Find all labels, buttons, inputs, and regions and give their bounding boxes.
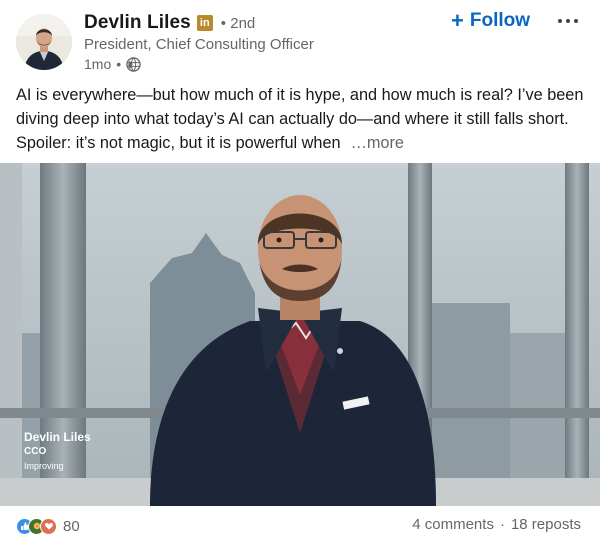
- video-overlay: Devlin Liles CCO Improving: [24, 430, 91, 471]
- see-more-link[interactable]: …more: [351, 134, 404, 152]
- reaction-count: 80: [63, 517, 80, 535]
- social-counts: 80 4 comments · 18 reposts: [0, 506, 600, 548]
- post-meta: 1mo •: [84, 55, 141, 73]
- degree-label: 2nd: [230, 14, 256, 32]
- love-icon: [40, 517, 57, 535]
- follow-button[interactable]: + Follow: [451, 8, 530, 34]
- stats-separator: ·: [499, 516, 505, 533]
- comments-link[interactable]: 4 comments: [412, 516, 494, 533]
- post-time[interactable]: 1mo: [84, 56, 111, 72]
- reposts-link[interactable]: 18 reposts: [511, 516, 581, 533]
- degree-dot: •: [220, 14, 227, 32]
- engagement-stats: 4 comments · 18 reposts: [412, 516, 581, 533]
- author-headline: President, Chief Consulting Officer: [84, 36, 314, 53]
- post-text: AI is everywhere—but how much of it is h…: [16, 83, 588, 155]
- connection-degree: • 2nd: [221, 15, 255, 32]
- author-name-row: Devlin Liles in • 2nd: [84, 11, 255, 35]
- follow-label: Follow: [469, 10, 531, 31]
- meta-dot: •: [116, 56, 122, 72]
- globe-icon: [126, 56, 141, 72]
- video-overlay-name: Devlin Liles: [24, 430, 91, 444]
- post-header: Devlin Liles in • 2nd President, Chief C…: [0, 0, 600, 78]
- plus-icon: +: [451, 8, 464, 33]
- video-player[interactable]: Devlin Liles CCO Improving: [0, 163, 600, 506]
- video-overlay-org: Improving: [24, 461, 64, 471]
- more-horizontal-icon[interactable]: [556, 8, 580, 34]
- reactions-summary[interactable]: 80: [16, 515, 80, 537]
- author-avatar[interactable]: [16, 14, 72, 70]
- post-body: AI is everywhere—but how much of it is h…: [16, 86, 584, 152]
- author-name[interactable]: Devlin Liles: [84, 12, 191, 34]
- video-overlay-title: CCO: [24, 446, 47, 457]
- premium-badge-icon: in: [196, 15, 213, 31]
